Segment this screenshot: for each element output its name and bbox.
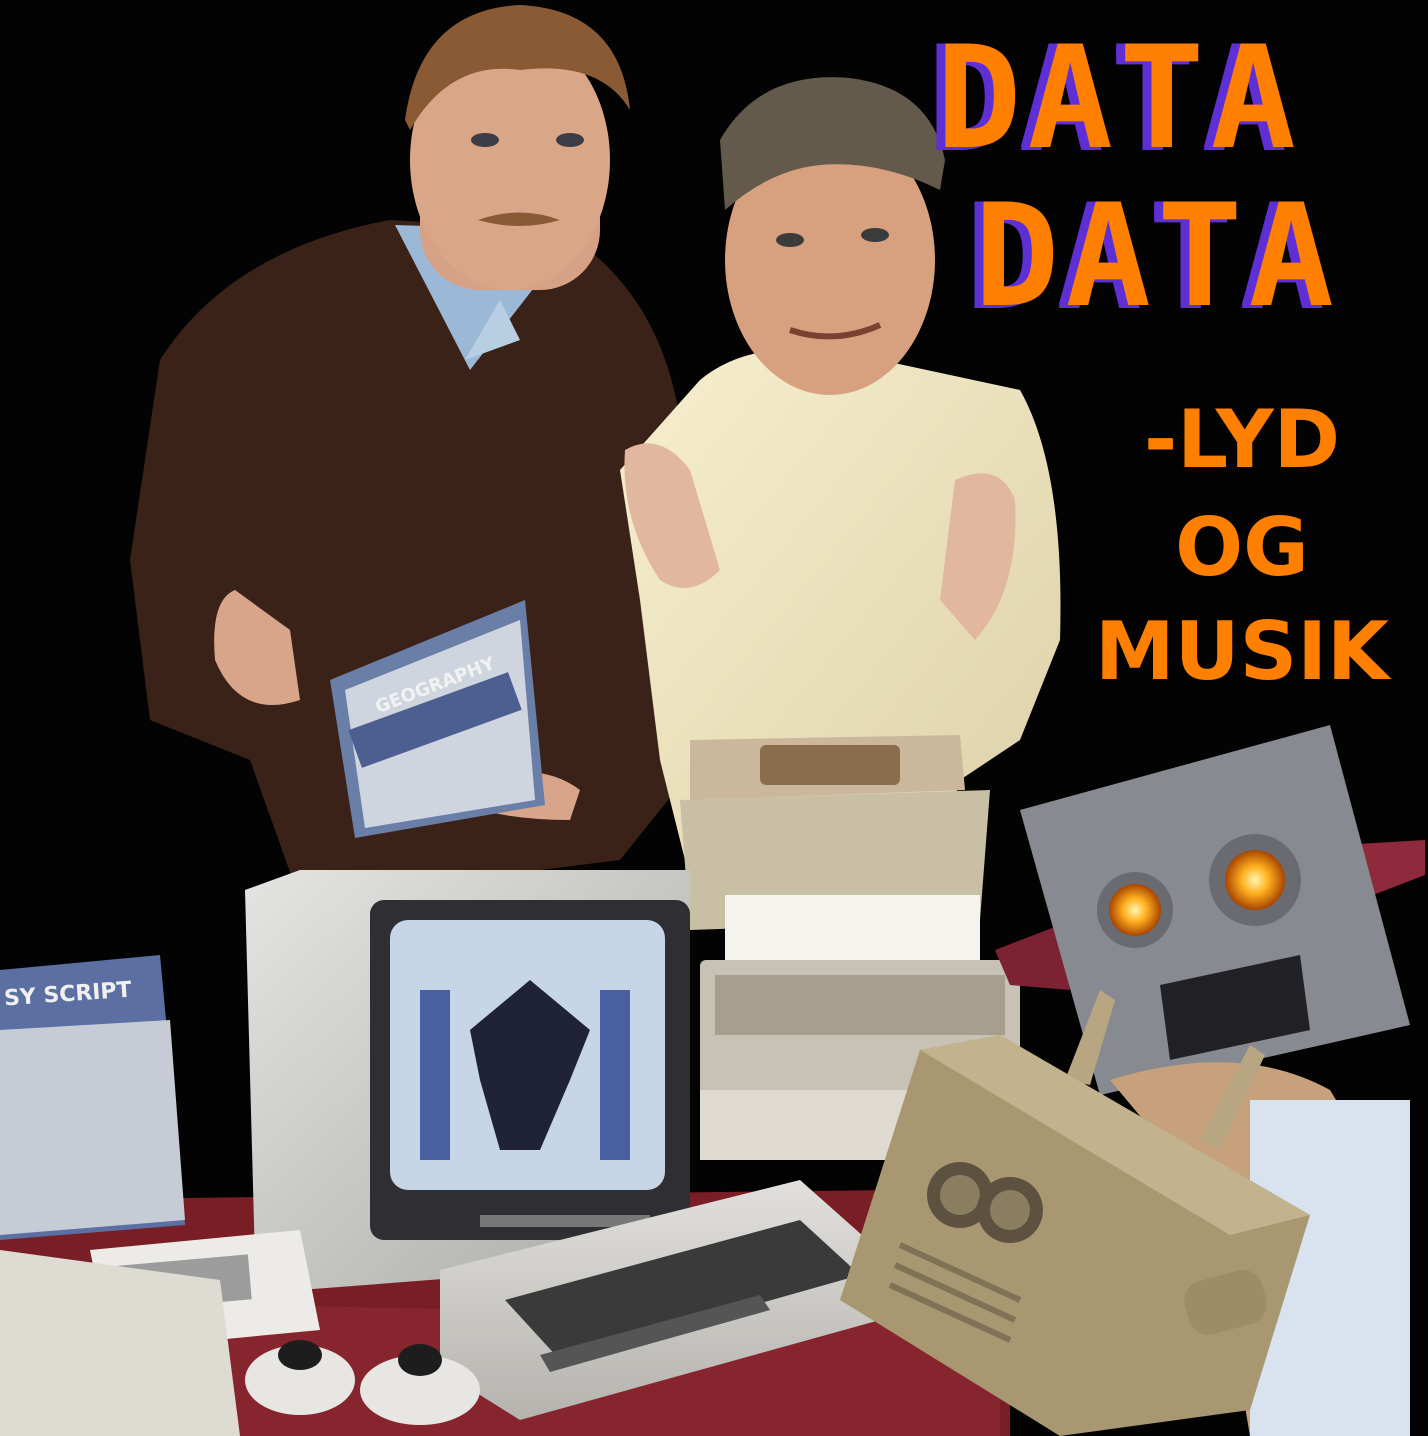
- title-data-line-2: DATA: [974, 174, 1340, 339]
- software-box-left: [0, 955, 240, 1436]
- subtitle-lyd: -LYD: [1143, 393, 1341, 486]
- poster: SY SCRIPT GEOGRAPHY DATA DATA -LYD OG MU…: [0, 0, 1428, 1436]
- robot-grey-head: [995, 725, 1425, 1095]
- robot-eye-right-icon: [1225, 850, 1285, 910]
- subtitle-og: OG: [1175, 501, 1309, 594]
- subtitle-musik: MUSIK: [1095, 605, 1389, 698]
- title-data-line-1: DATA: [936, 16, 1302, 181]
- robot-eye-left-icon: [1109, 884, 1161, 936]
